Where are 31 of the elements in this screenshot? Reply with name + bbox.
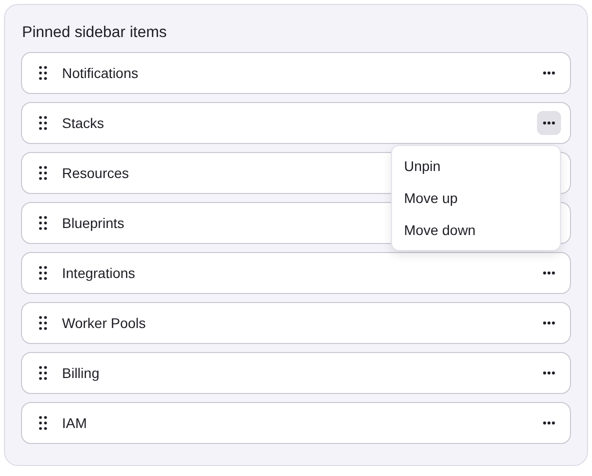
item-label: Worker Pools bbox=[62, 315, 146, 331]
pinned-item-row[interactable]: Integrations bbox=[21, 252, 571, 294]
item-label: Notifications bbox=[62, 65, 138, 81]
drag-handle-icon[interactable] bbox=[39, 416, 47, 430]
pinned-item-row[interactable]: Worker Pools bbox=[21, 302, 571, 344]
item-label: Stacks bbox=[62, 115, 104, 131]
item-label: IAM bbox=[62, 415, 87, 431]
drag-handle-icon[interactable] bbox=[39, 316, 47, 330]
item-label: Blueprints bbox=[62, 215, 124, 231]
more-options-icon bbox=[543, 271, 555, 275]
more-options-button[interactable] bbox=[537, 111, 561, 135]
drag-handle-icon[interactable] bbox=[39, 116, 47, 130]
item-label: Resources bbox=[62, 165, 129, 181]
drag-handle-icon[interactable] bbox=[39, 216, 47, 230]
section-title: Pinned sidebar items bbox=[22, 23, 168, 43]
drag-handle-icon[interactable] bbox=[39, 66, 47, 80]
more-options-icon bbox=[543, 321, 555, 325]
item-label: Billing bbox=[62, 365, 100, 381]
pinned-item-row[interactable]: Billing bbox=[21, 352, 571, 394]
menu-item[interactable]: Move down bbox=[392, 214, 560, 246]
pinned-item-row[interactable]: IAM bbox=[21, 402, 571, 444]
pinned-item-row[interactable]: Notifications bbox=[21, 52, 571, 94]
drag-handle-icon[interactable] bbox=[39, 166, 47, 180]
menu-item[interactable]: Unpin bbox=[392, 150, 560, 182]
more-options-icon bbox=[543, 71, 555, 75]
more-options-icon bbox=[543, 421, 555, 425]
more-options-icon bbox=[543, 121, 555, 125]
more-options-icon bbox=[543, 371, 555, 375]
item-label: Integrations bbox=[62, 265, 136, 281]
drag-handle-icon[interactable] bbox=[39, 366, 47, 380]
drag-handle-icon[interactable] bbox=[39, 266, 47, 280]
